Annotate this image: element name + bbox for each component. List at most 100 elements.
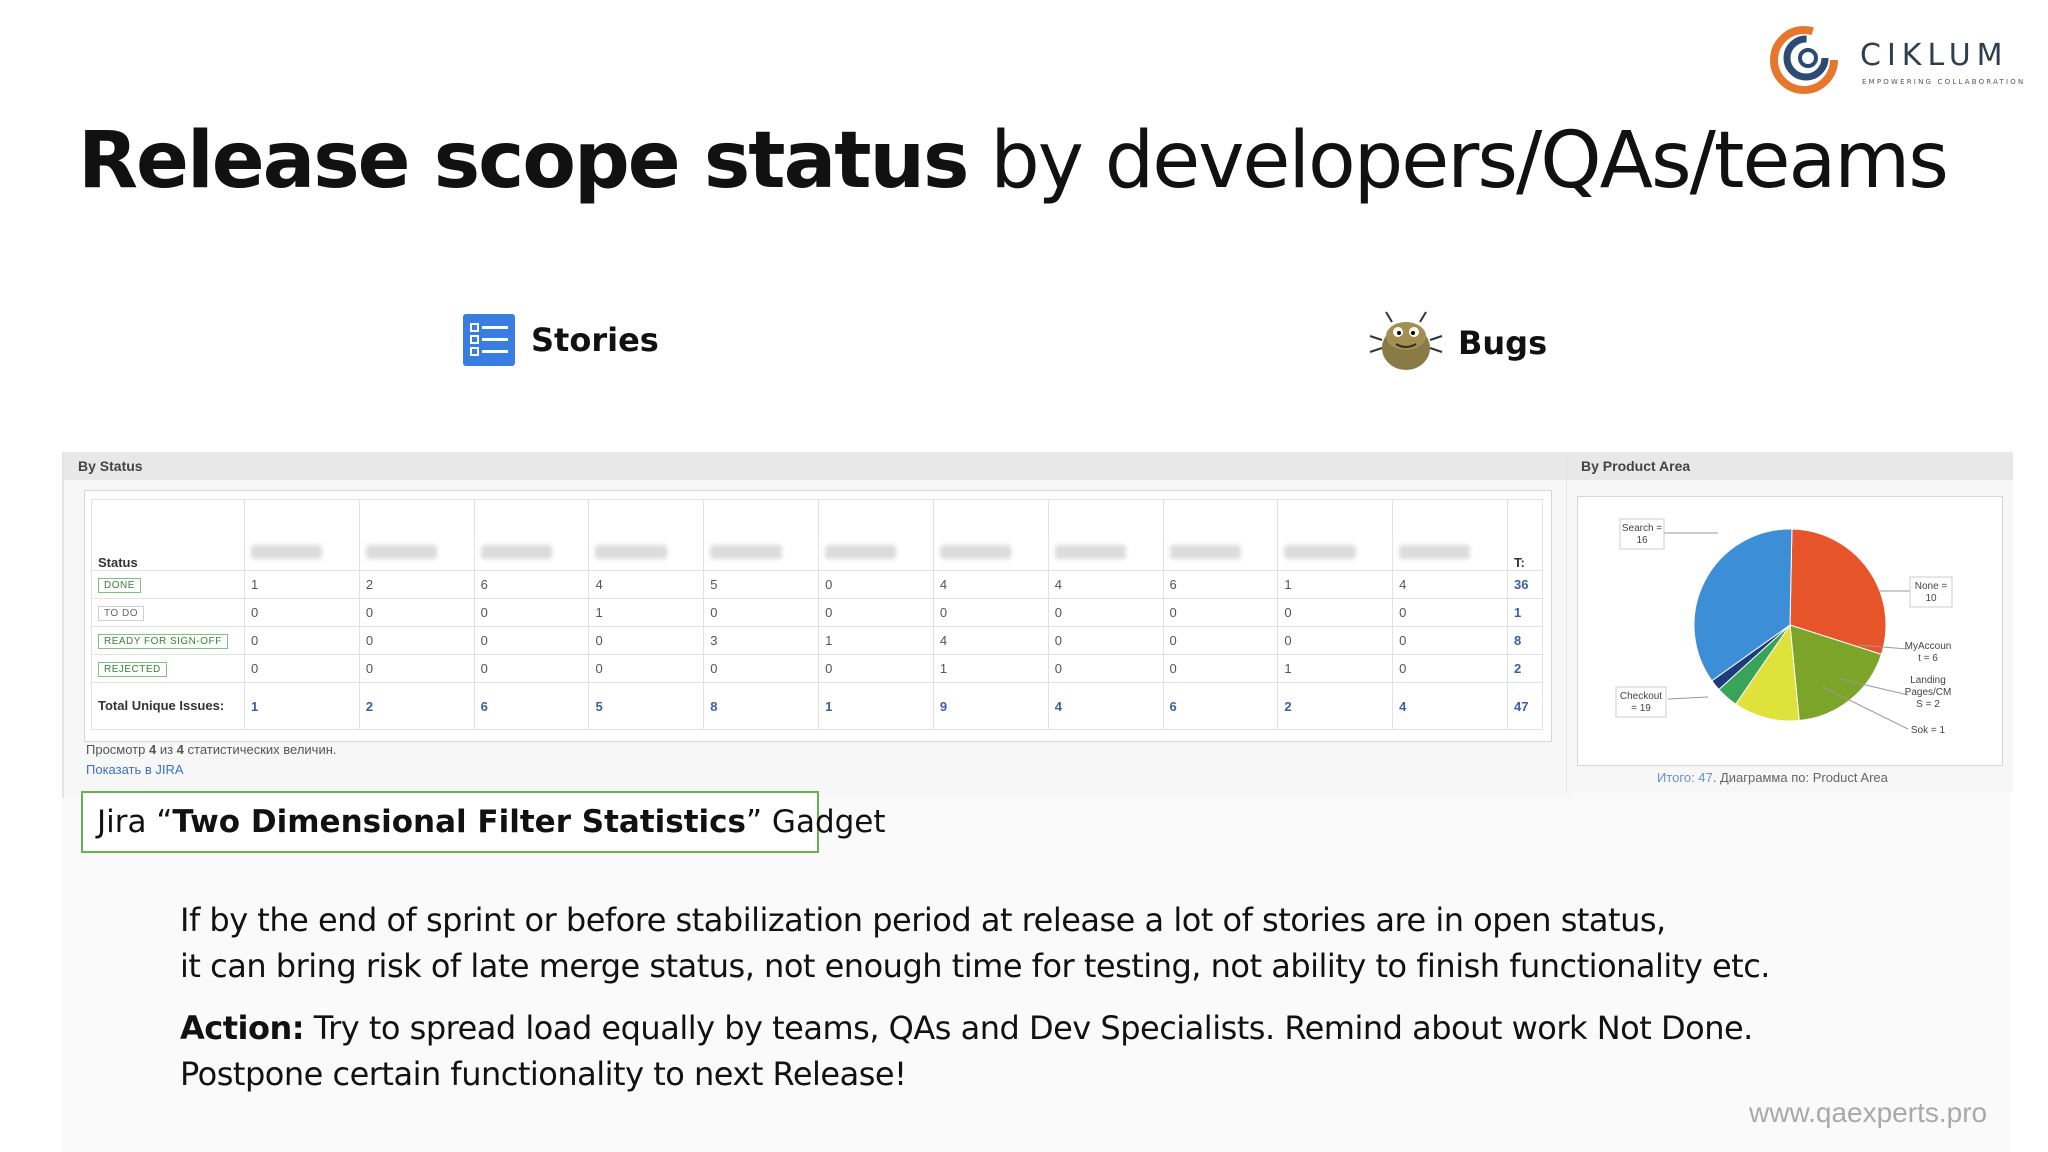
gadget-caption: Jira “Two Dimensional Filter Statistics”… (81, 791, 886, 853)
total-count-cell[interactable]: 1 (818, 682, 934, 730)
blurred-column-header (1392, 499, 1508, 571)
count-cell[interactable]: 0 (932, 598, 1049, 627)
count-cell[interactable]: 6 (1162, 570, 1279, 599)
count-cell[interactable]: 0 (1047, 598, 1164, 627)
row-total-cell[interactable]: 8 (1507, 626, 1543, 655)
count-cell[interactable]: 0 (1162, 654, 1279, 683)
count-cell[interactable]: 1 (1277, 570, 1394, 599)
count-cell[interactable]: 1 (818, 626, 934, 655)
count-cell[interactable]: 0 (358, 654, 475, 683)
count-cell[interactable]: 0 (1392, 598, 1508, 627)
grand-total-cell[interactable]: 47 (1507, 682, 1543, 730)
count-cell[interactable]: 0 (818, 598, 934, 627)
total-count-cell[interactable]: 6 (473, 682, 590, 730)
count-cell[interactable]: 1 (588, 598, 705, 627)
total-count-cell[interactable]: 9 (932, 682, 1049, 730)
total-count-cell[interactable]: 1 (244, 682, 360, 730)
total-count-cell[interactable]: 6 (1162, 682, 1279, 730)
count-cell[interactable]: 4 (1392, 570, 1508, 599)
total-count-cell[interactable]: 5 (588, 682, 705, 730)
count-cell[interactable]: 4 (1047, 570, 1164, 599)
count-cell[interactable]: 6 (473, 570, 590, 599)
landing-label-1: Landing (1910, 675, 1946, 686)
status-table: Status T: DONE 1 2 6 4 5 0 4 4 6 1 4 36 TO DO 0 0 0 1 0 0 0 0… (91, 499, 1543, 730)
blurred-column-header (588, 499, 705, 571)
total-link[interactable]: Итого: 47 (1657, 770, 1713, 785)
ciklum-logo-icon (1770, 26, 1838, 94)
count-cell[interactable]: 0 (473, 654, 590, 683)
total-count-cell[interactable]: 2 (358, 682, 475, 730)
status-cell: TO DO (91, 598, 245, 627)
none-label-2: 10 (1925, 593, 1937, 604)
none-label-1: None = (1915, 581, 1948, 592)
search-label-2: 16 (1636, 535, 1648, 546)
action-label: Action: (180, 1009, 305, 1047)
count-cell[interactable]: 4 (932, 570, 1049, 599)
row-total-cell[interactable]: 36 (1507, 570, 1543, 599)
count-cell[interactable]: 1 (1277, 654, 1394, 683)
status-badge[interactable]: REJECTED (98, 662, 167, 677)
count-cell[interactable]: 0 (358, 626, 475, 655)
count-cell[interactable]: 0 (588, 626, 705, 655)
count-cell[interactable]: 4 (588, 570, 705, 599)
count-cell[interactable]: 4 (932, 626, 1049, 655)
row-total-cell[interactable]: 2 (1507, 654, 1543, 683)
status-cell: DONE (91, 570, 245, 599)
count-cell[interactable]: 1 (244, 570, 360, 599)
stories-label: Stories (531, 321, 659, 359)
total-count-cell[interactable]: 4 (1047, 682, 1164, 730)
count-cell[interactable]: 3 (703, 626, 820, 655)
count-cell[interactable]: 0 (818, 570, 934, 599)
status-column-header: Status (91, 499, 245, 571)
row-total-cell[interactable]: 1 (1507, 598, 1543, 627)
bugs-label: Bugs (1458, 324, 1548, 362)
total-count-cell[interactable]: 8 (703, 682, 820, 730)
count-cell[interactable]: 0 (244, 598, 360, 627)
count-cell[interactable]: 0 (1047, 626, 1164, 655)
count-cell[interactable]: 0 (1162, 626, 1279, 655)
count-cell[interactable]: 0 (818, 654, 934, 683)
count-cell[interactable]: 0 (703, 598, 820, 627)
total-count-cell[interactable]: 4 (1392, 682, 1508, 730)
count-cell[interactable]: 0 (1277, 626, 1394, 655)
count-cell[interactable]: 0 (1392, 654, 1508, 683)
count-cell[interactable]: 0 (473, 598, 590, 627)
product-area-footer: Итого: 47. Диаграмма по: Product Area (1657, 770, 1888, 785)
show-in-jira-link[interactable]: Показать в JIRA (86, 762, 184, 777)
ciklum-logo: CIKLUM EMPOWERING COLLABORATION (1770, 24, 2030, 94)
blurred-column-header (818, 499, 934, 571)
count-cell[interactable]: 0 (473, 626, 590, 655)
count-cell[interactable]: 5 (703, 570, 820, 599)
table-row: DONE 1 2 6 4 5 0 4 4 6 1 4 36 (91, 570, 1543, 599)
status-badge[interactable]: READY FOR SIGN-OFF (98, 634, 228, 649)
action-line-1: Action: Try to spread load equally by te… (180, 1009, 1753, 1047)
count-cell[interactable]: 1 (932, 654, 1049, 683)
summary-text: Просмотр 4 из 4 статистических величин. (86, 742, 337, 757)
total-row: Total Unique Issues: 1 2 6 5 8 1 9 4 6 2 4 47 (91, 682, 1543, 730)
count-cell[interactable]: 0 (1047, 654, 1164, 683)
checklist-icon (463, 314, 515, 366)
action-line-2: Postpone certain functionality to next R… (180, 1055, 907, 1093)
count-cell[interactable]: 0 (358, 598, 475, 627)
count-cell[interactable]: 0 (1162, 598, 1279, 627)
count-cell[interactable]: 0 (703, 654, 820, 683)
status-cell: READY FOR SIGN-OFF (91, 626, 245, 655)
count-cell[interactable]: 0 (588, 654, 705, 683)
blurred-column-header (358, 499, 475, 571)
count-cell[interactable]: 0 (1277, 598, 1394, 627)
blurred-column-header (1162, 499, 1279, 571)
count-cell[interactable]: 0 (1392, 626, 1508, 655)
table-header-row: Status T: (91, 499, 1543, 571)
count-cell[interactable]: 0 (244, 654, 360, 683)
status-badge[interactable]: TO DO (98, 606, 144, 621)
product-area-gadget: By Product Area Search = 16 None = 10 My… (1566, 452, 2013, 792)
total-count-cell[interactable]: 2 (1277, 682, 1394, 730)
status-badge[interactable]: DONE (98, 578, 141, 593)
stories-heading: Stories (463, 314, 659, 366)
count-cell[interactable]: 2 (358, 570, 475, 599)
product-area-header: By Product Area (1567, 452, 2013, 480)
action-paragraph: Action: Try to spread load equally by te… (180, 1005, 1753, 1097)
count-cell[interactable]: 0 (244, 626, 360, 655)
sok-label: Sok = 1 (1911, 725, 1946, 736)
blurred-column-header (1047, 499, 1164, 571)
